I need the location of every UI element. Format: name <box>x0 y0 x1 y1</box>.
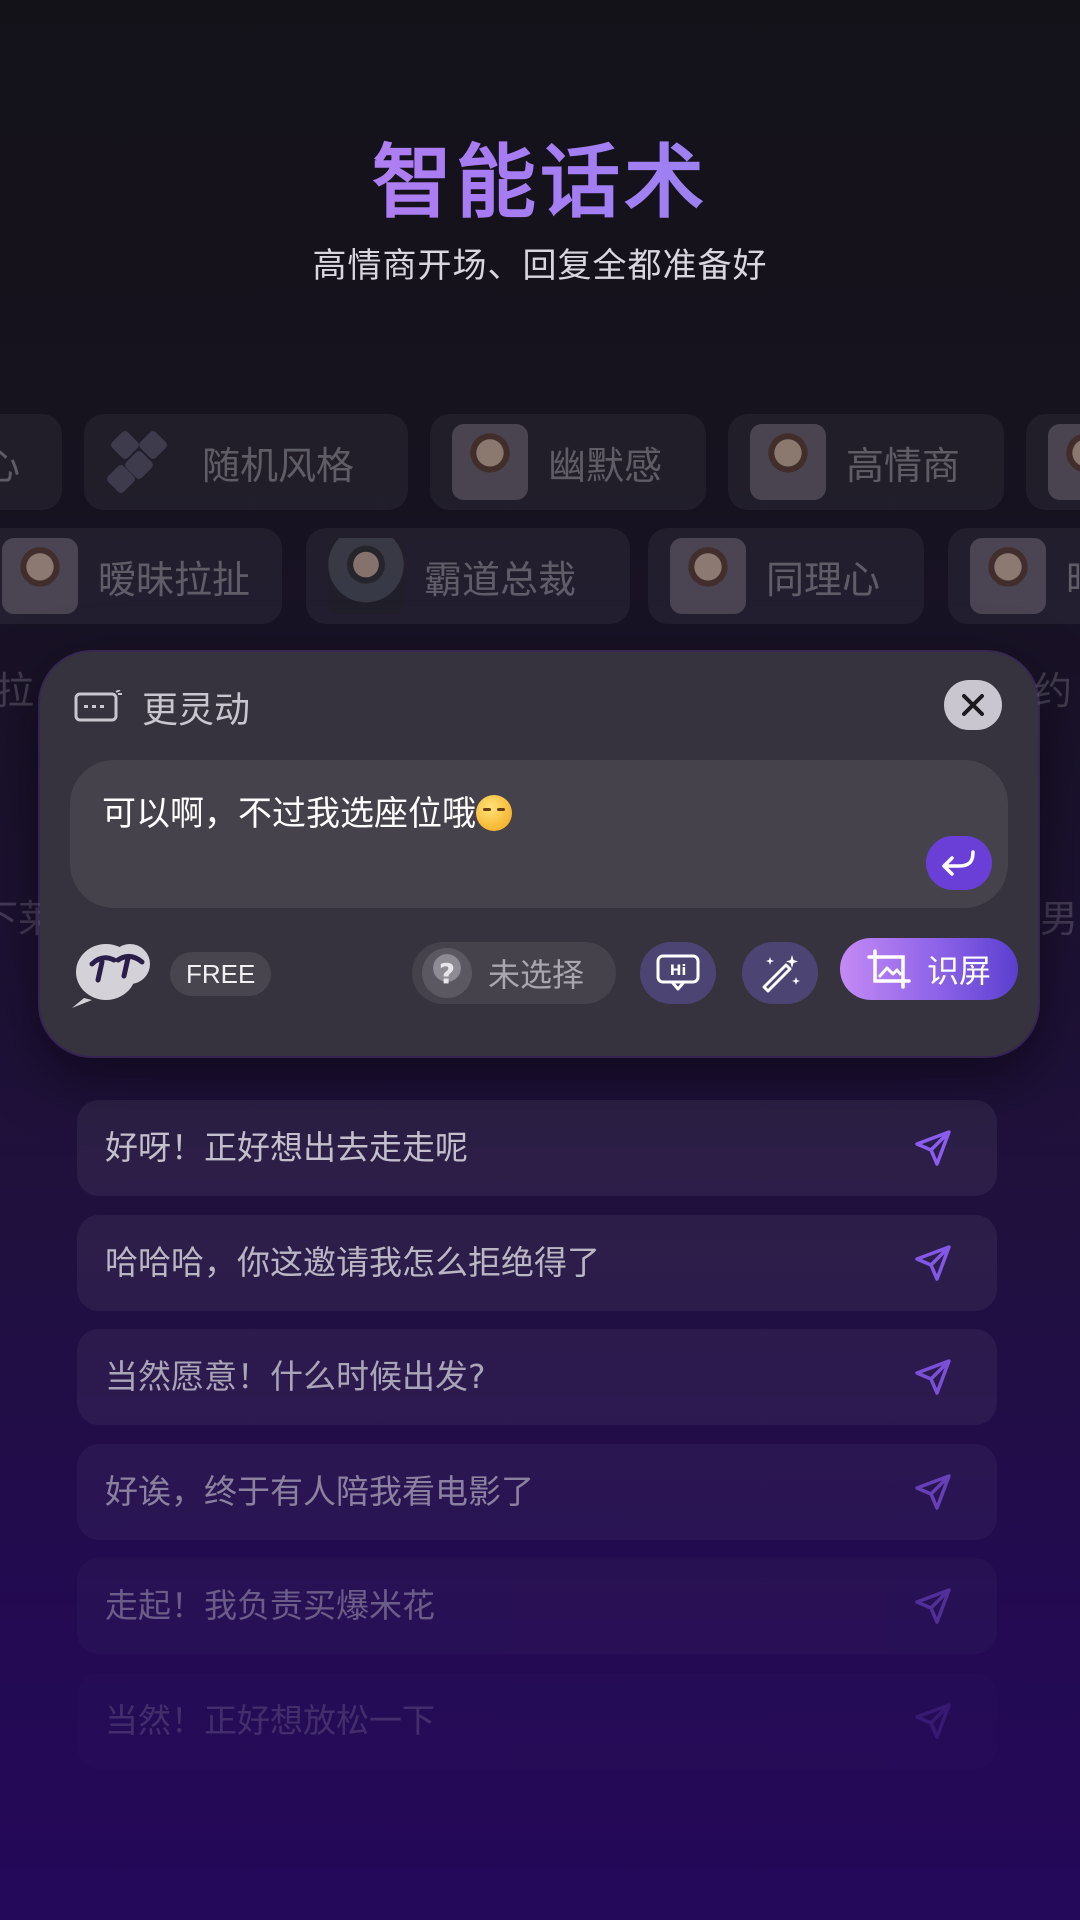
style-chip-label: 霸道总裁 <box>424 557 577 602</box>
input-text: 可以啊，不过我选座位哦 <box>102 786 512 835</box>
send-icon[interactable] <box>913 1701 953 1741</box>
image-crop-icon <box>867 949 911 989</box>
question-avatar-icon: ? <box>422 948 472 998</box>
panel-toolbar: FREE ? 未选择 Hi 识屏 <box>40 938 1038 1022</box>
smirk-emoji-icon <box>476 795 512 831</box>
background-chip-label: 拉 <box>0 669 35 713</box>
close-icon <box>962 694 984 716</box>
send-icon[interactable] <box>913 1128 953 1168</box>
avatar <box>452 424 528 500</box>
avatar <box>2 538 78 614</box>
avatar <box>750 424 826 500</box>
style-chip-label: 心 <box>0 443 21 488</box>
style-chip-humor[interactable]: 幽默感 <box>430 414 706 510</box>
greeting-button[interactable]: Hi <box>640 942 716 1004</box>
style-chip-ceo[interactable]: 霸道总裁 <box>306 528 630 624</box>
avatar <box>328 538 404 614</box>
suggestion-text: 好诶，终于有人陪我看电影了 <box>105 1472 534 1511</box>
style-chip-row: 心 随机风格 幽默感 高情商 <box>0 414 1080 510</box>
background-chip-label: 约 <box>1034 669 1073 713</box>
suggestion-text: 当然愿意！什么时候出发? <box>105 1357 486 1396</box>
style-chip-empathy[interactable]: 同理心 <box>648 528 924 624</box>
style-chip[interactable] <box>1026 414 1080 510</box>
style-chip-row: 暧昧拉扯 霸道总裁 同理心 暗 <box>0 528 1080 624</box>
suggestion-item[interactable]: 当然！正好想放松一下 <box>77 1673 997 1769</box>
enter-icon <box>942 850 975 876</box>
mode-selector[interactable]: 更灵动 <box>74 682 250 732</box>
style-chip-label: 暗 <box>1066 549 1080 604</box>
magic-rewrite-button[interactable] <box>742 942 818 1004</box>
free-badge: FREE <box>170 952 272 996</box>
suggestion-item[interactable]: 哈哈哈，你这邀请我怎么拒绝得了 <box>77 1215 997 1311</box>
suggestion-text: 好呀！正好想出去走走呢 <box>105 1128 468 1167</box>
background-chip-label: 男 <box>1040 897 1079 941</box>
style-chip-label: 高情商 <box>846 443 961 488</box>
suggestion-text: 当然！正好想放松一下 <box>105 1701 435 1740</box>
close-button[interactable] <box>944 680 1002 730</box>
style-chip-label: 暧昧拉扯 <box>98 557 251 602</box>
style-chip-label: 幽默感 <box>548 443 663 488</box>
send-icon[interactable] <box>913 1243 953 1283</box>
message-input[interactable]: 可以啊，不过我选座位哦 <box>70 760 1008 908</box>
submit-button[interactable] <box>926 836 992 890</box>
mode-label: 更灵动 <box>142 690 251 731</box>
dice-icon <box>105 424 182 500</box>
hero-title: 智能话术 <box>0 118 1080 234</box>
suggestion-item[interactable]: 当然愿意！什么时候出发? <box>77 1329 997 1425</box>
style-chip-eq[interactable]: 高情商 <box>728 414 1004 510</box>
persona-label: 未选择 <box>488 956 585 994</box>
avatar <box>670 538 746 614</box>
suggestion-text: 哈哈哈，你这邀请我怎么拒绝得了 <box>105 1243 600 1282</box>
svg-text:Hi: Hi <box>670 963 687 979</box>
send-icon[interactable] <box>913 1586 953 1626</box>
style-chip-label: 同理心 <box>766 557 881 602</box>
send-icon[interactable] <box>913 1472 953 1512</box>
keyboard-icon <box>74 690 122 722</box>
style-chip[interactable]: 暗 <box>948 528 1080 624</box>
suggestion-item[interactable]: 好呀！正好想出去走走呢 <box>77 1100 997 1196</box>
style-chip-label: 随机风格 <box>202 443 355 488</box>
persona-selector[interactable]: ? 未选择 <box>412 942 616 1004</box>
hero-subtitle: 高情商开场、回复全都准备好 <box>312 246 768 286</box>
hi-chat-icon: Hi <box>656 954 700 991</box>
style-chip-ambiguous[interactable]: 暧昧拉扯 <box>0 528 282 624</box>
style-chip-random[interactable]: 随机风格 <box>84 414 408 510</box>
suggestion-text: 走起！我负责买爆米花 <box>105 1586 435 1625</box>
avatar <box>1048 424 1080 500</box>
magic-pen-icon <box>762 955 800 993</box>
input-panel: 更灵动 可以啊，不过我选座位哦 FREE ? 未选择 Hi 识屏 <box>40 652 1038 1056</box>
avatar <box>970 538 1046 614</box>
app-logo-icon <box>72 944 150 1008</box>
suggestion-item[interactable]: 走起！我负责买爆米花 <box>77 1558 997 1654</box>
send-icon[interactable] <box>913 1357 953 1397</box>
screen-recognition-button[interactable]: 识屏 <box>840 938 1018 1000</box>
style-chip[interactable]: 心 <box>0 414 62 510</box>
screen-recognition-label: 识屏 <box>926 952 991 990</box>
suggestion-item[interactable]: 好诶，终于有人陪我看电影了 <box>77 1444 997 1540</box>
